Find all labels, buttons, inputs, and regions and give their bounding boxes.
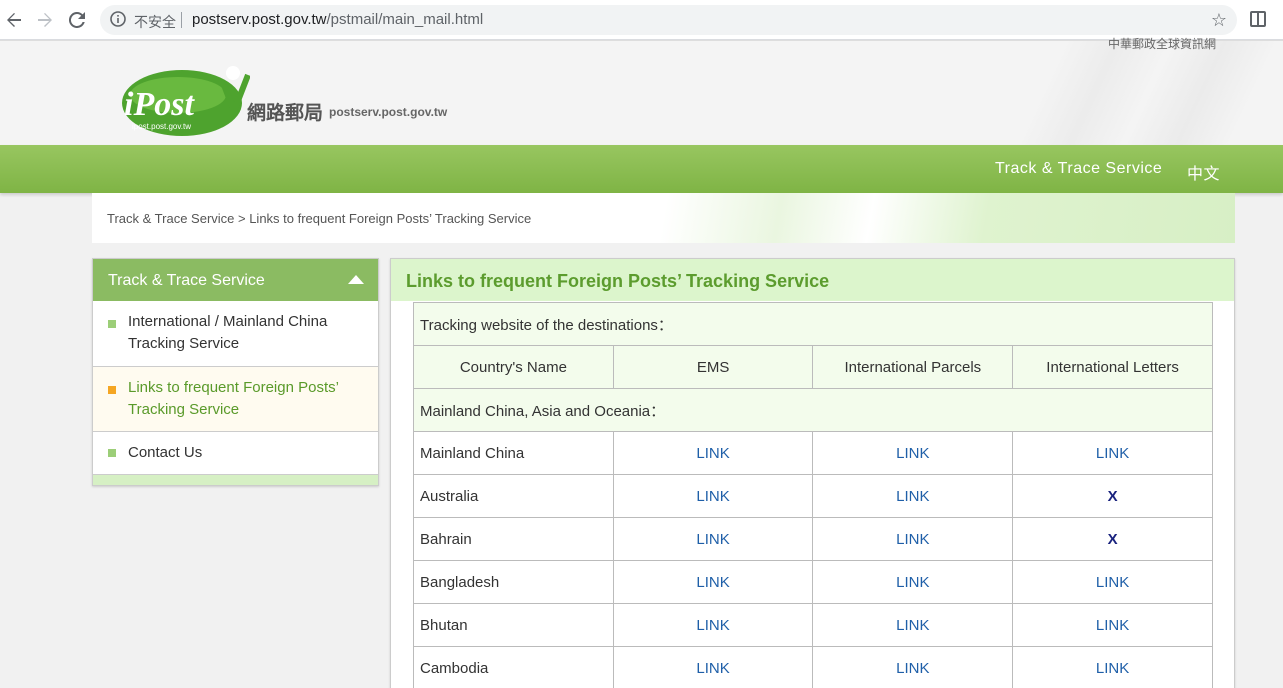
logo-text: iPost <box>124 86 195 123</box>
arrow-left-icon <box>7 13 21 27</box>
main-navigation: Track & Trace Service 中文 <box>0 145 1283 193</box>
tracking-links-table: Tracking website of the destinations： Co… <box>413 302 1213 688</box>
ems-link[interactable]: LINK <box>696 531 729 548</box>
country-name: Australia <box>413 474 614 518</box>
table-row: Cambodia LINK LINK LINK <box>413 646 1213 688</box>
country-name: Bhutan <box>413 603 614 647</box>
parcels-link[interactable]: LINK <box>896 660 929 677</box>
parcels-link[interactable]: LINK <box>896 488 929 505</box>
main-panel: Links to frequent Foreign Posts’ Trackin… <box>390 258 1235 688</box>
forward-button[interactable] <box>33 8 57 32</box>
bullet-icon <box>108 386 116 394</box>
letters-link[interactable]: LINK <box>1096 574 1129 591</box>
site-header: 中華郵政全球資訊網 iPost ipost.post.gov.tw 網路郵局 p… <box>0 37 1283 145</box>
ipost-logo[interactable]: iPost ipost.post.gov.tw <box>120 63 250 138</box>
country-name: Bahrain <box>413 517 614 561</box>
letters-link[interactable]: LINK <box>1096 660 1129 677</box>
table-note-row: Tracking website of the destinations： <box>413 302 1213 346</box>
region-row: Mainland China, Asia and Oceania： <box>413 388 1213 432</box>
top-link[interactable]: 中華郵政全球資訊網 <box>1108 35 1216 52</box>
header-letters: International Letters <box>1012 345 1213 389</box>
region-label: Mainland China, Asia and Oceania： <box>413 388 1213 432</box>
sidebar-header[interactable]: Track & Trace Service <box>93 259 378 301</box>
sidebar-item-foreign-posts[interactable]: Links to frequent Foreign Posts’ Trackin… <box>93 367 378 432</box>
parcels-link[interactable]: LINK <box>896 574 929 591</box>
sidebar: Track & Trace Service International / Ma… <box>92 258 379 486</box>
table-row: Bhutan LINK LINK LINK <box>413 603 1213 647</box>
ems-link[interactable]: LINK <box>696 574 729 591</box>
ems-link[interactable]: LINK <box>696 660 729 677</box>
table-note: Tracking website of the destinations： <box>413 302 1213 346</box>
table-row: Bahrain LINK LINK X <box>413 517 1213 561</box>
nav-language-chinese[interactable]: 中文 <box>1187 160 1220 184</box>
letters-link[interactable]: LINK <box>1096 445 1129 462</box>
logo-subtext: ipost.post.gov.tw <box>132 122 191 131</box>
country-name: Bangladesh <box>413 560 614 604</box>
header-country: Country's Name <box>413 345 614 389</box>
reading-mode-icon[interactable] <box>1250 11 1266 27</box>
table-header-row: Country's Name EMS International Parcels… <box>413 345 1213 389</box>
ems-link[interactable]: LINK <box>696 617 729 634</box>
main-header: Links to frequent Foreign Posts’ Trackin… <box>391 259 1234 301</box>
sidebar-item-international-tracking[interactable]: International / Mainland China Tracking … <box>93 301 378 367</box>
nav-track-trace[interactable]: Track & Trace Service <box>995 160 1162 178</box>
sidebar-item-label: International / Mainland China Tracking … <box>128 313 328 352</box>
info-icon[interactable] <box>110 11 126 27</box>
arrow-right-icon <box>38 13 52 27</box>
reload-button[interactable] <box>65 8 89 32</box>
address-bar[interactable]: 不安全 postserv.post.gov.tw/pstmail/main_ma… <box>100 5 1237 35</box>
letters-link[interactable]: LINK <box>1096 617 1129 634</box>
collapse-triangle-icon[interactable] <box>348 275 364 284</box>
parcels-link[interactable]: LINK <box>896 617 929 634</box>
url-host: postserv.post.gov.tw <box>192 11 327 28</box>
sidebar-footer <box>93 475 378 485</box>
back-button[interactable] <box>2 8 26 32</box>
sidebar-item-contact-us[interactable]: Contact Us <box>93 432 378 475</box>
ems-link[interactable]: LINK <box>696 488 729 505</box>
parcels-link[interactable]: LINK <box>896 445 929 462</box>
header-parcels: International Parcels <box>812 345 1014 389</box>
sidebar-item-label: Links to frequent Foreign Posts’ Trackin… <box>128 379 339 418</box>
letters-unavailable-mark: X <box>1107 487 1118 505</box>
divider <box>181 12 182 28</box>
sidebar-title: Track & Trace Service <box>108 272 265 289</box>
header-ems: EMS <box>612 345 814 389</box>
bookmark-star-icon[interactable]: ☆ <box>1211 10 1227 31</box>
parcels-link[interactable]: LINK <box>896 531 929 548</box>
url-text[interactable]: postserv.post.gov.tw/pstmail/main_mail.h… <box>192 11 483 28</box>
insecure-label: 不安全 <box>134 15 176 31</box>
browser-toolbar: 不安全 postserv.post.gov.tw/pstmail/main_ma… <box>0 0 1283 40</box>
reload-icon <box>69 12 85 28</box>
table-row: Bangladesh LINK LINK LINK <box>413 560 1213 604</box>
bullet-icon <box>108 320 116 328</box>
sidebar-item-label: Contact Us <box>128 444 203 461</box>
table-row: Mainland China LINK LINK LINK <box>413 431 1213 475</box>
breadcrumb-text[interactable]: Track & Trace Service > Links to frequen… <box>107 211 531 226</box>
page-title: Links to frequent Foreign Posts’ Trackin… <box>406 271 830 291</box>
url-path: /pstmail/main_mail.html <box>326 11 484 28</box>
table-row: Australia LINK LINK X <box>413 474 1213 518</box>
country-name: Mainland China <box>413 431 614 475</box>
letters-unavailable-mark: X <box>1107 530 1118 548</box>
logo-chinese-name: 網路郵局 <box>247 102 324 124</box>
breadcrumb: Track & Trace Service > Links to frequen… <box>92 193 1235 243</box>
logo-domain: postserv.post.gov.tw <box>329 105 448 119</box>
bullet-icon <box>108 449 116 457</box>
ems-link[interactable]: LINK <box>696 445 729 462</box>
country-name: Cambodia <box>413 646 614 688</box>
